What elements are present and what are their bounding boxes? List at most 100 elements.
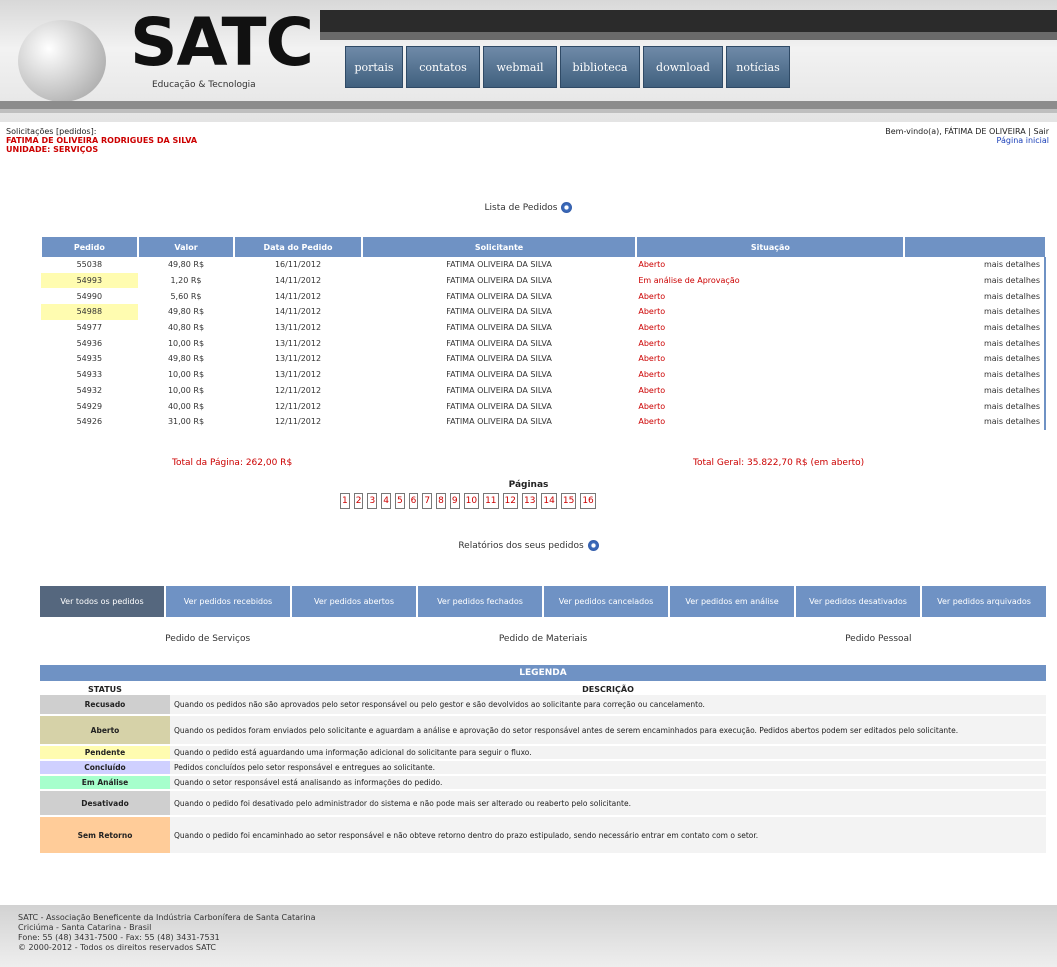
nav-button[interactable]: portais <box>345 46 403 88</box>
legend-description: Pedidos concluídos pelo setor responsáve… <box>170 760 1046 776</box>
nav-button[interactable]: notícias <box>726 46 790 88</box>
table-row[interactable]: 54993 1,20 R$ 14/11/2012 FATIMA OLIVEIRA DA… <box>41 272 1046 289</box>
page-link[interactable]: 13 <box>521 493 538 509</box>
order-id[interactable]: 54932 <box>41 383 138 399</box>
page-link[interactable]: 11 <box>483 493 499 509</box>
filter-tab[interactable]: Ver pedidos abertos <box>292 586 416 617</box>
order-details-link[interactable]: mais detalhes <box>904 398 1046 414</box>
table-row[interactable]: 54935 49,80 R$ 13/11/2012 FATIMA OLIVEIRA D… <box>41 351 1046 367</box>
order-value: 1,20 R$ <box>170 276 202 286</box>
request-type-link[interactable]: Pedido de Materiais <box>375 634 710 644</box>
orders-column-header: Situação <box>635 237 905 257</box>
order-filter-tabs: Ver todos os pedidos Ver pedidos recebido… <box>40 586 1046 617</box>
order-details-link[interactable]: mais detalhes <box>904 304 1046 320</box>
order-details-link[interactable]: mais detalhes <box>904 413 1046 430</box>
page-link[interactable]: 4 <box>381 493 391 509</box>
page-link[interactable]: 16 <box>580 493 596 509</box>
welcome-text[interactable]: Bem-vindo(a), FÁTIMA DE OLIVEIRA | Sair <box>885 127 1049 136</box>
table-row[interactable]: 54929 40,00 R$ 12/11/2012 FATIMA OLIVEIRA D… <box>41 398 1046 414</box>
legend-status-swatch: Em Análise <box>40 775 170 791</box>
page-link[interactable]: 9 <box>449 493 460 509</box>
request-type-link[interactable]: Pedido de Serviços <box>40 634 375 644</box>
gear-icon[interactable] <box>561 202 573 213</box>
order-date: 14/11/2012 <box>274 276 322 286</box>
order-id[interactable]: 54933 <box>41 367 138 383</box>
filter-tab[interactable]: Ver todos os pedidos <box>40 586 164 617</box>
order-details-link[interactable]: mais detalhes <box>904 335 1046 352</box>
top-navigation: portais contatos webmail biblioteca download… <box>345 46 790 88</box>
filter-tab[interactable]: Ver pedidos arquivados <box>922 586 1046 617</box>
order-id[interactable]: 54929 <box>41 398 138 414</box>
filter-tab[interactable]: Ver pedidos desativados <box>796 586 920 617</box>
page-link[interactable]: 8 <box>436 493 446 509</box>
order-id[interactable]: 54993 <box>41 272 138 289</box>
table-row[interactable]: 54988 49,80 R$ 14/11/2012 FATIMA OLIVEIRA D… <box>41 304 1046 320</box>
order-requester: FATIMA OLIVEIRA DA SILVA <box>446 385 552 395</box>
page-link[interactable]: 15 <box>560 493 577 509</box>
order-details-link[interactable]: mais detalhes <box>904 319 1046 336</box>
page-link[interactable]: 14 <box>541 493 557 509</box>
table-row[interactable]: 54990 5,60 R$ 14/11/2012 FATIMA OLIVEIRA DA… <box>41 288 1046 305</box>
filter-tab[interactable]: Ver pedidos fechados <box>418 586 542 617</box>
order-id[interactable]: 54988 <box>41 304 138 320</box>
table-row[interactable]: 54977 40,80 R$ 13/11/2012 FATIMA OLIVEIRA D… <box>41 319 1046 336</box>
page-link[interactable]: 1 <box>340 493 350 509</box>
nav-button[interactable]: biblioteca <box>560 46 640 88</box>
order-details-link[interactable]: mais detalhes <box>904 366 1046 383</box>
order-details-link[interactable]: mais detalhes <box>904 288 1046 305</box>
order-id[interactable]: 54990 <box>41 288 138 304</box>
legend-description: Quando os pedidos foram enviados pelo so… <box>170 715 1046 746</box>
page-link[interactable]: 6 <box>408 493 419 509</box>
orders-column-header: Data do Pedido <box>233 237 362 257</box>
order-status: Aberto <box>638 370 666 380</box>
orders-column-header <box>903 237 1045 257</box>
session-info: Bem-vindo(a), FÁTIMA DE OLIVEIRA | Sair … <box>885 127 1049 145</box>
order-status: Aberto <box>638 338 666 348</box>
order-date: 12/11/2012 <box>274 401 322 411</box>
page-link[interactable]: 10 <box>463 493 480 509</box>
order-id[interactable]: 54977 <box>41 320 138 336</box>
table-row[interactable]: 54932 10,00 R$ 12/11/2012 FATIMA OLIVEIRA D… <box>41 382 1046 399</box>
request-type-link[interactable]: Pedido Pessoal <box>711 634 1046 644</box>
site-logo[interactable]: SATC <box>130 10 314 76</box>
legend-description: Quando o pedido está aguardando uma info… <box>170 745 1046 761</box>
order-requester: FATIMA OLIVEIRA DA SILVA <box>446 307 552 317</box>
filter-tab[interactable]: Ver pedidos recebidos <box>166 586 290 617</box>
page-link[interactable]: 3 <box>367 493 378 509</box>
page-link[interactable]: 2 <box>353 493 364 509</box>
gear-icon[interactable] <box>587 540 599 551</box>
page-link[interactable]: 12 <box>502 493 518 509</box>
order-details-link[interactable]: mais detalhes <box>904 257 1046 273</box>
order-requester: FATIMA OLIVEIRA DA SILVA <box>446 323 552 333</box>
table-row[interactable]: 55038 49,80 R$ 16/11/2012 FATIMA OLIVEIRA D… <box>41 257 1046 273</box>
nav-button[interactable]: contatos <box>406 46 480 88</box>
page-link[interactable]: 7 <box>422 493 433 509</box>
order-id[interactable]: 54926 <box>41 414 138 430</box>
globe-logo-icon <box>18 20 106 102</box>
legend-row: Recusado Quando os pedidos não são aprova… <box>40 695 1046 716</box>
order-details-link[interactable]: mais detalhes <box>904 272 1046 289</box>
reports-heading-text: Relatórios dos seus pedidos <box>458 541 584 551</box>
nav-button[interactable]: download <box>643 46 723 88</box>
legend-status-swatch: Concluído <box>40 760 170 776</box>
filter-tab[interactable]: Ver pedidos cancelados <box>544 586 668 617</box>
pagination: 1 2 3 4 5 6 7 8 9 10 11 12 13 14 15 16 <box>340 493 596 509</box>
user-unit: UNIDADE: SERVIÇOS <box>6 145 99 154</box>
order-id[interactable]: 55038 <box>41 257 138 273</box>
orders-heading-text: Lista de Pedidos <box>484 203 558 213</box>
table-row[interactable]: 54926 31,00 R$ 12/11/2012 FATIMA OLIVEIRA D… <box>41 413 1046 430</box>
order-details-link[interactable]: mais detalhes <box>904 351 1046 367</box>
home-link[interactable]: Página inicial <box>885 136 1049 145</box>
table-row[interactable]: 54933 10,00 R$ 13/11/2012 FATIMA OLIVEIRA D… <box>41 366 1046 383</box>
order-details-link[interactable]: mais detalhes <box>904 382 1046 399</box>
page-link[interactable]: 5 <box>394 493 405 509</box>
orders-column-header: Pedido <box>40 237 138 257</box>
legend-description: Quando os pedidos não são aprovados pelo… <box>170 695 1046 716</box>
user-info: Solicitações [pedidos]: FATIMA DE OLIVEI… <box>6 127 197 154</box>
nav-button[interactable]: webmail <box>483 46 557 88</box>
filter-tab[interactable]: Ver pedidos em análise <box>670 586 794 617</box>
orders-heading: Lista de Pedidos <box>0 202 1057 213</box>
order-id[interactable]: 54936 <box>41 335 138 351</box>
table-row[interactable]: 54936 10,00 R$ 13/11/2012 FATIMA OLIVEIRA D… <box>41 335 1046 352</box>
order-id[interactable]: 54935 <box>41 351 138 367</box>
